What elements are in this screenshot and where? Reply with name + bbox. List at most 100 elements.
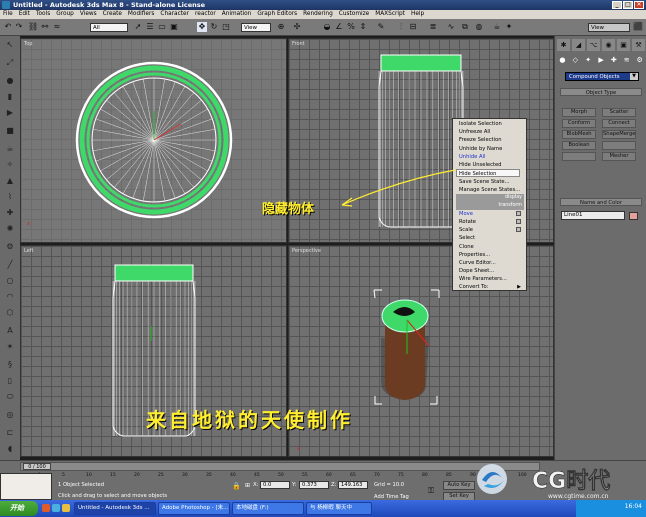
terrain-button[interactable] (602, 141, 636, 150)
material-editor-icon[interactable]: ◍ (474, 22, 484, 32)
menu-hide-unselected[interactable]: Hide Unselected (459, 161, 501, 169)
unlink-icon[interactable]: ⚯ (40, 22, 50, 32)
bone-icon[interactable]: ⌇ (4, 192, 16, 202)
object-color-swatch[interactable] (629, 212, 638, 220)
menu-move[interactable]: Move (459, 210, 473, 218)
menu-hide-selection[interactable]: Hide Selection (456, 169, 520, 177)
bind-spacewarp-icon[interactable]: ≈ (52, 22, 62, 32)
cameras-icon[interactable]: ▶ (596, 55, 607, 65)
menu-convert-to[interactable]: Convert To: (459, 283, 488, 291)
transform-mode-icon[interactable]: ⊞ (245, 482, 250, 489)
boolean-button[interactable]: Boolean (562, 141, 596, 150)
scale-icon[interactable]: ◳ (221, 22, 231, 32)
manipulate-icon[interactable]: ✣ (292, 22, 302, 32)
shape-arc-icon[interactable]: ◠ (4, 292, 16, 302)
z-coord-field[interactable]: 149.163 (338, 481, 368, 489)
taskbar-3dsmax[interactable]: Untitled - Autodesk 3ds ... (74, 502, 156, 515)
close-button[interactable]: ✕ (634, 1, 644, 9)
shape-donut-icon[interactable]: ◎ (4, 410, 16, 420)
link-icon[interactable]: ⛓ (28, 22, 38, 32)
quicklaunch-folder-icon[interactable] (62, 504, 70, 512)
reference-coord-dropdown[interactable]: View (241, 23, 271, 32)
snap-3d-icon[interactable]: ◒ (322, 22, 332, 32)
shape-rect-icon[interactable]: ▯ (4, 376, 16, 386)
menu-unhide-all[interactable]: Unhide All (459, 153, 485, 161)
undo-icon[interactable]: ↶ (3, 22, 13, 32)
rect-region-icon[interactable]: ▭ (157, 22, 167, 32)
menu-manage-scene-states[interactable]: Manage Scene States... (459, 186, 520, 194)
mirror-icon[interactable]: ⫶ (396, 22, 406, 32)
helpers-icon[interactable]: ✚ (608, 55, 619, 65)
scatter-button[interactable]: Scatter (602, 108, 636, 117)
align-icon[interactable]: ⊟ (408, 22, 418, 32)
maximize-button[interactable]: □ (623, 1, 633, 9)
start-button[interactable]: 开始 (0, 501, 38, 516)
menu-scale[interactable]: Scale (459, 226, 473, 234)
select-by-name-icon[interactable]: ☰ (145, 22, 155, 32)
rotate-icon[interactable]: ↻ (209, 22, 219, 32)
menu-file[interactable]: File (3, 10, 13, 19)
pivot-center-icon[interactable]: ⊕ (276, 22, 286, 32)
menu-reactor[interactable]: reactor (195, 10, 216, 19)
mesher-button[interactable]: Mesher (602, 152, 636, 161)
menu-isolate-selection[interactable]: Isolate Selection (459, 120, 502, 128)
menu-graph-editors[interactable]: Graph Editors (257, 10, 297, 19)
shape-section-icon[interactable]: ⊏ (4, 428, 16, 438)
shape-ngon-icon[interactable]: ⬡ (4, 308, 16, 318)
modify-tab-icon[interactable]: ◢ (572, 39, 585, 51)
helper-icon[interactable]: ✚ (4, 208, 16, 218)
key-mode-icon[interactable]: ⚿ (428, 486, 434, 496)
render-type-dropdown[interactable]: View (588, 23, 630, 32)
menu-unfreeze-all[interactable]: Unfreeze All (459, 128, 490, 136)
menu-clone[interactable]: Clone (459, 243, 474, 251)
systems-icon[interactable]: ⚙ (4, 242, 16, 252)
angle-snap-icon[interactable]: ∠ (334, 22, 344, 32)
quicklaunch-browser-icon[interactable] (42, 504, 50, 512)
menu-properties[interactable]: Properties... (459, 251, 490, 259)
scale-settings-icon[interactable] (516, 227, 521, 232)
spacewarp-icon[interactable]: ✺ (4, 224, 16, 234)
shape-circle-icon[interactable]: ○ (4, 276, 16, 286)
camera-icon[interactable]: ▶ (4, 108, 16, 118)
loft-button[interactable] (562, 152, 596, 161)
menu-rendering[interactable]: Rendering (303, 10, 333, 19)
menu-edit[interactable]: Edit (19, 10, 30, 19)
menu-tools[interactable]: Tools (36, 10, 50, 19)
utilities-tab-icon[interactable]: ⚒ (632, 39, 645, 51)
maxscript-listener[interactable] (0, 473, 52, 500)
menu-dope-sheet[interactable]: Dope Sheet... (459, 267, 494, 275)
menu-animation[interactable]: Animation (222, 10, 252, 19)
systems-icon[interactable]: ⚙ (634, 55, 645, 65)
menu-rotate[interactable]: Rotate (459, 218, 476, 226)
y-coord-field[interactable]: 0.373 (299, 481, 329, 489)
display-tab-icon[interactable]: ▣ (617, 39, 630, 51)
move-icon[interactable]: ✥ (197, 22, 207, 32)
geometry-icon[interactable]: ● (557, 55, 568, 65)
menu-curve-editor[interactable]: Curve Editor... (459, 259, 496, 267)
menu-modifiers[interactable]: Modifiers (128, 10, 154, 19)
menu-unhide-by-name[interactable]: Unhide by Name (459, 145, 502, 153)
cylinder-icon[interactable]: ▮ (4, 92, 16, 102)
menu-freeze-selection[interactable]: Freeze Selection (459, 136, 501, 144)
taskbar-photoshop[interactable]: Adobe Photoshop - [未... (158, 502, 230, 515)
selection-filter-dropdown[interactable]: All (90, 23, 128, 32)
menu-customize[interactable]: Customize (339, 10, 369, 19)
layer-manager-icon[interactable]: ≣ (428, 22, 438, 32)
select-object-icon[interactable]: ➚ (133, 22, 143, 32)
connect-button[interactable]: Connect (602, 119, 636, 128)
blobmesh-button[interactable]: BlobMesh (562, 130, 596, 139)
spinner-snap-icon[interactable]: ⇕ (358, 22, 368, 32)
fit-icon[interactable]: ⤢ (4, 58, 16, 68)
teapot-icon[interactable]: ☕ (4, 144, 16, 154)
object-name-field[interactable]: Line01 (561, 211, 625, 220)
shape-ellipse-icon[interactable]: ⬭ (4, 392, 16, 402)
shapes-icon[interactable]: ◇ (570, 55, 581, 65)
conform-button[interactable]: Conform (562, 119, 596, 128)
x-coord-field[interactable]: 0.0 (260, 481, 290, 489)
time-slider[interactable]: 0 / 100 (20, 462, 540, 471)
curve-editor-icon[interactable]: ∿ (446, 22, 456, 32)
schematic-view-icon[interactable]: ⧉ (460, 22, 470, 32)
lights-icon[interactable]: ✦ (583, 55, 594, 65)
motion-tab-icon[interactable]: ◉ (602, 39, 615, 51)
create-tab-icon[interactable]: ✱ (557, 39, 570, 51)
